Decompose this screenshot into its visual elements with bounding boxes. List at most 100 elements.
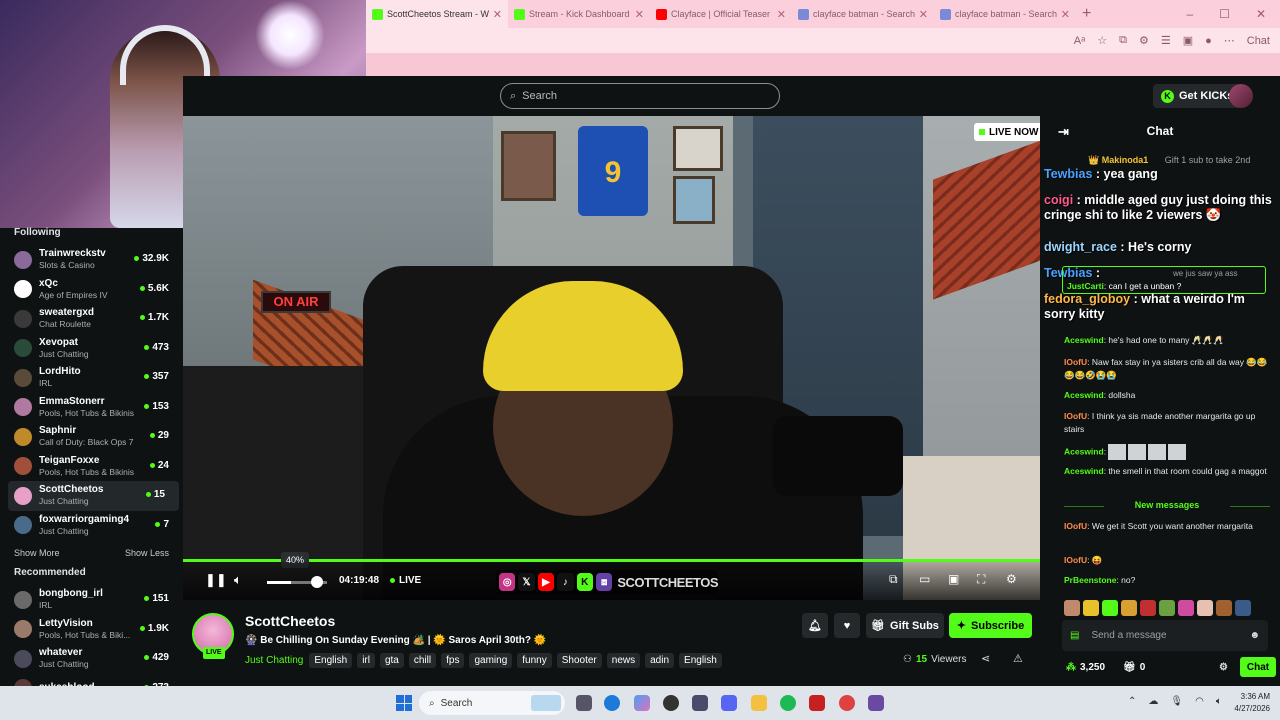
send-message-input[interactable]: ▤ Send a message ☻ <box>1062 620 1268 651</box>
sidebar-channel[interactable]: xQc Age of Empires IV 5.6K <box>8 275 183 305</box>
discord-icon[interactable] <box>721 695 737 711</box>
chat-send-button[interactable]: Chat <box>1240 657 1276 677</box>
fullscreen-icon[interactable]: ⛶ <box>977 572 985 587</box>
store-icon[interactable] <box>692 695 708 711</box>
sidebar-channel[interactable]: ScottCheetos Just Chatting 15 <box>8 481 179 511</box>
sidebar-channel[interactable]: bongbong_irl IRL 151 <box>8 585 183 615</box>
subscribe-button[interactable]: ✦ Subscribe <box>949 613 1032 638</box>
stream-tag[interactable]: chill <box>408 653 437 668</box>
speaker-icon[interactable]: 🔈︎ <box>1216 696 1222 707</box>
sidebar-channel[interactable]: whatever Just Chatting 429 <box>8 644 183 674</box>
settings-gear-icon[interactable]: ⚙ <box>1006 572 1017 586</box>
stream-tag[interactable]: news <box>606 653 641 668</box>
wifi-icon[interactable]: ◠ <box>1195 696 1204 707</box>
chat-rules-icon[interactable]: ▤ <box>1070 630 1079 641</box>
notifications-bell-button[interactable]: 🔔︎ <box>802 613 828 638</box>
emote[interactable] <box>1216 600 1232 616</box>
edge-icon[interactable] <box>604 695 620 711</box>
emote[interactable] <box>1159 600 1175 616</box>
sidebar-channel[interactable]: EmmaStonerr Pools, Hot Tubs & Bikinis 153 <box>8 393 183 423</box>
stream-tag[interactable]: funny <box>517 653 552 668</box>
close-tab-icon[interactable]: ✕ <box>493 8 502 21</box>
sidebar-channel[interactable]: Trainwreckstv Slots & Casino 32.9K <box>8 245 183 275</box>
emote[interactable] <box>1102 600 1118 616</box>
emote[interactable] <box>1083 600 1099 616</box>
browser-tab[interactable]: Clayface | Official Teaser - YouTube✕ <box>650 0 792 28</box>
windows-start-icon[interactable] <box>396 695 412 711</box>
sidebar-channel[interactable]: LettyVision Pools, Hot Tubs & Biki... 1.9K <box>8 615 183 645</box>
report-flag-icon[interactable]: ⚠ <box>1013 652 1023 665</box>
emote[interactable] <box>1121 600 1137 616</box>
task-view-icon[interactable] <box>576 695 592 711</box>
clip-icon[interactable]: ⧉ <box>889 572 898 587</box>
more-menu-icon[interactable]: ⋯ <box>1224 34 1235 47</box>
collapse-chat-icon[interactable]: ⇥ <box>1058 124 1069 140</box>
stream-tag[interactable]: gta <box>379 653 404 668</box>
extensions-icon[interactable]: ⚙ <box>1139 34 1149 47</box>
onedrive-icon[interactable]: ☁ <box>1148 696 1158 707</box>
gift-subs-button[interactable]: 🎁︎ Gift Subs <box>866 613 944 638</box>
sidebar-channel[interactable]: Xevopat Just Chatting 473 <box>8 334 183 364</box>
sidebar-channel[interactable]: TeiganFoxxe Pools, Hot Tubs & Bikinis 24 <box>8 452 183 482</box>
close-tab-icon[interactable]: ✕ <box>1061 8 1070 21</box>
file-explorer-icon[interactable] <box>751 695 767 711</box>
collections-icon[interactable]: ▣ <box>1183 34 1193 47</box>
stream-tag[interactable]: adin <box>645 653 675 668</box>
browser-tab[interactable]: ScottCheetos Stream - Watch✕ <box>366 0 508 28</box>
sidebar-channel[interactable]: LordHito IRL 357 <box>8 363 183 393</box>
sidebar-channel[interactable]: Saphnir Call of Duty: Black Ops 7 29 <box>8 422 183 452</box>
show-less-button[interactable]: Show Less <box>125 548 169 568</box>
follow-heart-button[interactable]: ♥ <box>834 613 860 638</box>
stream-tag[interactable]: irl <box>357 653 375 668</box>
emote[interactable] <box>1178 600 1194 616</box>
read-aloud-icon[interactable]: Aᵃ <box>1074 35 1085 47</box>
chrome-icon[interactable] <box>839 695 855 711</box>
map-pin-icon[interactable] <box>663 695 679 711</box>
show-more-button[interactable]: Show More <box>14 548 60 568</box>
category-link[interactable]: Just Chatting <box>245 655 303 666</box>
tray-chevron-icon[interactable]: ⌃ <box>1128 696 1136 707</box>
stream-tag[interactable]: fps <box>441 653 465 668</box>
new-tab-button[interactable]: + <box>1082 5 1091 23</box>
close-tab-icon[interactable]: ✕ <box>635 8 644 21</box>
microphone-icon[interactable]: 🎙︎ <box>1170 696 1183 707</box>
browser-tab[interactable]: clayface batman - Search ✕ <box>792 0 934 28</box>
close-tab-icon[interactable]: ✕ <box>777 8 786 21</box>
close-window-button[interactable]: ✕ <box>1256 7 1266 21</box>
recorder-icon[interactable] <box>809 695 825 711</box>
emote[interactable] <box>1235 600 1251 616</box>
browser-tab[interactable]: Stream - Kick Dashboard ✕ <box>508 0 650 28</box>
pause-button[interactable]: ❚❚ <box>205 572 227 588</box>
browser-tab[interactable]: clayface batman - Search Images✕ <box>934 0 1076 28</box>
emote[interactable] <box>1197 600 1213 616</box>
search-input[interactable]: ⌕ Search <box>500 83 780 109</box>
stream-tag[interactable]: English <box>679 653 722 668</box>
chat-settings-icon[interactable]: ⚙ <box>1219 662 1228 673</box>
favorite-star-icon[interactable]: ☆ <box>1097 34 1107 47</box>
close-tab-icon[interactable]: ✕ <box>919 8 928 21</box>
emoji-icon[interactable]: ☻ <box>1249 630 1260 641</box>
sidebar-channel[interactable]: foxwarriorgaming4 Just Chatting 7 <box>8 511 183 541</box>
video-player[interactable]: 9 ON AIR <box>183 116 1040 600</box>
theater-mode-icon[interactable]: ▭ <box>919 572 930 586</box>
clock[interactable]: 3:36 AM 4/27/2026 <box>1228 691 1270 715</box>
emote[interactable] <box>1064 600 1080 616</box>
taskbar-search[interactable]: ⌕ Search <box>419 691 565 715</box>
volume-knob[interactable] <box>311 576 323 588</box>
app-icon[interactable] <box>868 695 884 711</box>
maximize-button[interactable]: ☐ <box>1219 7 1230 21</box>
profile-icon[interactable]: ● <box>1205 35 1212 47</box>
stream-tag[interactable]: Shooter <box>556 653 602 668</box>
emote-picker-row[interactable] <box>1064 600 1251 616</box>
stream-tag[interactable]: gaming <box>469 653 513 668</box>
sidebar-channel[interactable]: sweatergxd Chat Roulette 1.7K <box>8 304 183 334</box>
stream-tag[interactable]: English <box>309 653 353 668</box>
copilot-chat-button[interactable]: Chat <box>1247 35 1270 47</box>
share-icon[interactable]: ⋖ <box>981 652 990 665</box>
minimize-button[interactable]: – <box>1186 7 1193 21</box>
copilot-icon[interactable] <box>634 695 650 711</box>
split-screen-icon[interactable]: ⧉ <box>1119 34 1127 47</box>
volume-icon[interactable]: 🔈︎ <box>234 572 242 588</box>
pip-icon[interactable]: ▣ <box>948 572 959 586</box>
emote[interactable] <box>1140 600 1156 616</box>
